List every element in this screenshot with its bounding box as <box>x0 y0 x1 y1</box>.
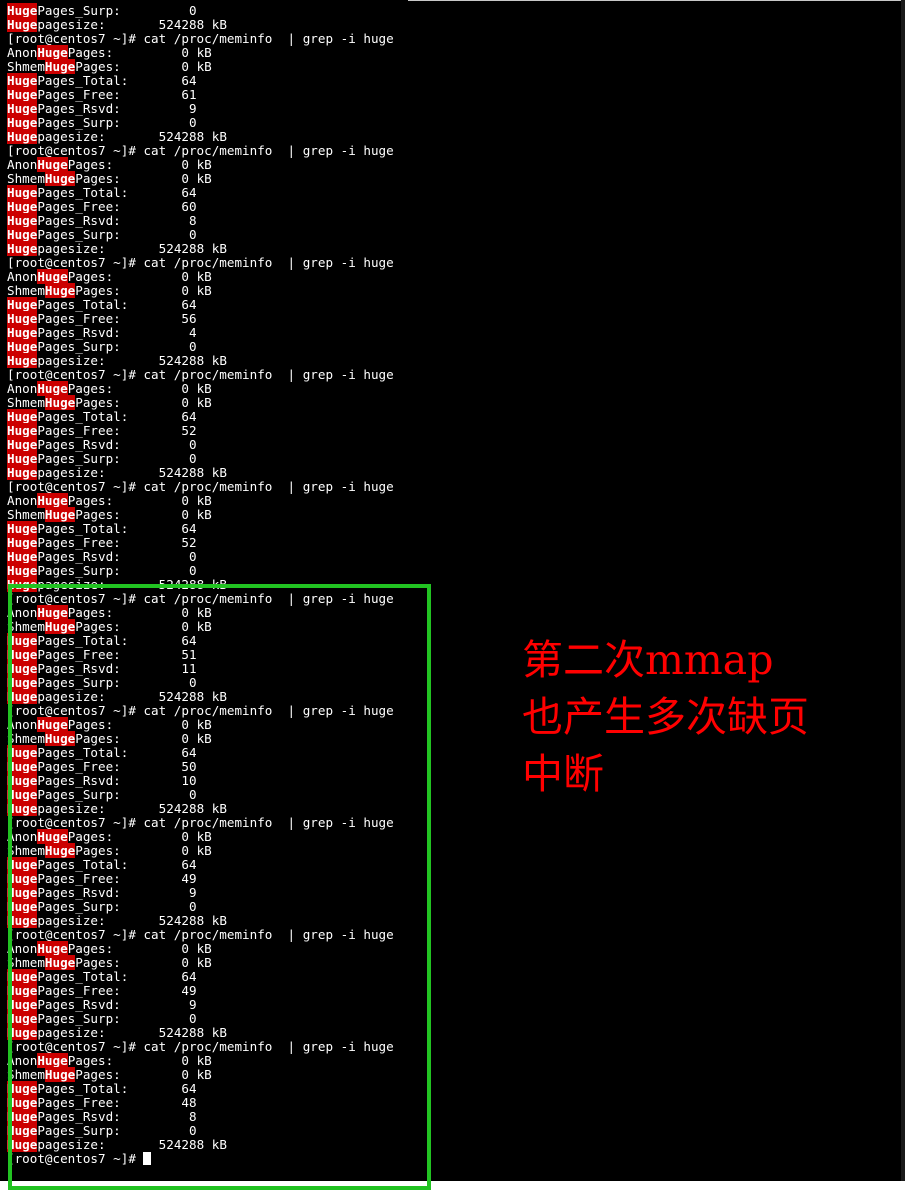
grep-match: Huge <box>7 521 38 536</box>
output-line: HugePages_Surp: 0 <box>7 227 197 242</box>
output-line: HugePages_Free: 52 <box>7 423 197 438</box>
grep-match: Huge <box>44 283 76 298</box>
grep-match: Huge <box>7 17 38 32</box>
output-line: Hugepagesize: 524288 kB <box>7 17 227 32</box>
grep-match: Huge <box>7 185 38 200</box>
grep-match: Huge <box>7 101 38 116</box>
output-line: Hugepagesize: 524288 kB <box>7 465 227 480</box>
output-line: HugePages_Free: 60 <box>7 199 197 214</box>
grep-match: Huge <box>7 87 38 102</box>
grep-match: Huge <box>7 535 38 550</box>
grep-match: Huge <box>37 45 68 60</box>
output-line: HugePages_Rsvd: 0 <box>7 549 197 564</box>
output-line: HugePages_Free: 56 <box>7 311 197 326</box>
output-line: ShmemHugePages: 0 kB <box>7 283 212 298</box>
grep-match: Huge <box>7 297 38 312</box>
grep-match: Huge <box>37 269 68 284</box>
grep-match: Huge <box>7 325 38 340</box>
output-line: HugePages_Rsvd: 0 <box>7 437 197 452</box>
output-line: HugePages_Free: 61 <box>7 87 197 102</box>
grep-match: Huge <box>7 465 38 480</box>
output-line: HugePages_Surp: 0 <box>7 115 197 130</box>
command-line: [root@centos7 ~]# cat /proc/meminfo | gr… <box>7 367 394 382</box>
grep-match: Huge <box>37 493 68 508</box>
grep-match: Huge <box>7 353 38 368</box>
output-line: HugePages_Total: 64 <box>7 521 197 536</box>
grep-match: Huge <box>7 73 38 88</box>
grep-match: Huge <box>44 171 76 186</box>
output-line: HugePages_Total: 64 <box>7 73 197 88</box>
grep-match: Huge <box>44 507 76 522</box>
grep-match: Huge <box>7 423 38 438</box>
command-line: [root@centos7 ~]# cat /proc/meminfo | gr… <box>7 31 394 46</box>
annotation-line-2: 也产生多次缺页 <box>522 693 809 741</box>
grep-match: Huge <box>7 3 38 18</box>
output-line: HugePages_Surp: 0 <box>7 563 197 578</box>
scrollbar[interactable] <box>901 0 905 1181</box>
grep-match: Huge <box>44 59 76 74</box>
output-line: AnonHugePages: 0 kB <box>7 45 212 60</box>
grep-match: Huge <box>7 549 38 564</box>
output-line: Hugepagesize: 524288 kB <box>7 241 227 256</box>
output-line: ShmemHugePages: 0 kB <box>7 59 212 74</box>
grep-match: Huge <box>7 199 38 214</box>
output-line: HugePages_Total: 64 <box>7 297 197 312</box>
annotation-line-1: 第二次mmap <box>522 636 774 684</box>
command-line: [root@centos7 ~]# cat /proc/meminfo | gr… <box>7 479 394 494</box>
grep-match: Huge <box>37 381 68 396</box>
output-line: HugePages_Rsvd: 4 <box>7 325 197 340</box>
output-line: HugePages_Free: 52 <box>7 535 197 550</box>
output-line: ShmemHugePages: 0 kB <box>7 171 212 186</box>
output-line: Hugepagesize: 524288 kB <box>7 129 227 144</box>
grep-match: Huge <box>44 395 76 410</box>
grep-match: Huge <box>7 339 38 354</box>
window-edge <box>408 0 905 1</box>
annotation-text: 第二次mmap 也产生多次缺页 中断 <box>522 632 809 803</box>
output-line: HugePages_Surp: 0 <box>7 339 197 354</box>
grep-match: Huge <box>7 437 38 452</box>
output-line: HugePages_Rsvd: 9 <box>7 101 197 116</box>
output-line: ShmemHugePages: 0 kB <box>7 395 212 410</box>
output-line: AnonHugePages: 0 kB <box>7 269 212 284</box>
grep-match: Huge <box>7 311 38 326</box>
output-line: HugePages_Total: 64 <box>7 185 197 200</box>
output-line: HugePages_Rsvd: 8 <box>7 213 197 228</box>
command-line: [root@centos7 ~]# cat /proc/meminfo | gr… <box>7 143 394 158</box>
command-line: [root@centos7 ~]# cat /proc/meminfo | gr… <box>7 255 394 270</box>
output-line: AnonHugePages: 0 kB <box>7 157 212 172</box>
grep-match: Huge <box>7 451 38 466</box>
output-line: AnonHugePages: 0 kB <box>7 493 212 508</box>
output-line: HugePages_Surp: 0 <box>7 451 197 466</box>
grep-match: Huge <box>7 241 38 256</box>
output-line: ShmemHugePages: 0 kB <box>7 507 212 522</box>
grep-match: Huge <box>7 115 38 130</box>
highlight-box <box>8 584 431 1190</box>
grep-match: Huge <box>7 213 38 228</box>
grep-match: Huge <box>7 563 38 578</box>
grep-match: Huge <box>7 129 38 144</box>
output-line: HugePages_Surp: 0 <box>7 3 197 18</box>
grep-match: Huge <box>37 157 68 172</box>
output-line: HugePages_Total: 64 <box>7 409 197 424</box>
output-line: AnonHugePages: 0 kB <box>7 381 212 396</box>
grep-match: Huge <box>7 227 38 242</box>
annotation-line-3: 中断 <box>522 750 604 798</box>
output-line: Hugepagesize: 524288 kB <box>7 353 227 368</box>
grep-match: Huge <box>7 409 38 424</box>
